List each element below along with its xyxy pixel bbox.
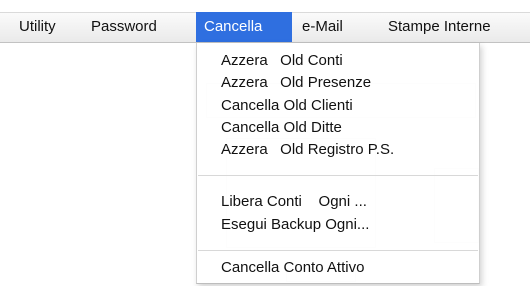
menu-e-mail[interactable]: e-Mail (297, 12, 348, 42)
menu-separator (198, 175, 478, 176)
menu-item-esegui-backup-ogni[interactable]: Esegui Backup Ogni... (221, 214, 369, 236)
menu-password[interactable]: Password (86, 12, 162, 42)
menu-item-azzera-old-registro-ps[interactable]: Azzera Old Registro P.S. (221, 139, 394, 161)
menu-item-cancella-conto-attivo[interactable]: Cancella Conto Attivo (221, 257, 364, 279)
menu-utility[interactable]: Utility (14, 12, 61, 42)
cancella-dropdown-menu: Azzera Old Conti Azzera Old Presenze Can… (196, 43, 480, 284)
menu-bar: Utility Password Cancella e-Mail Stampe … (0, 12, 530, 43)
menu-item-libera-conti-ogni[interactable]: Libera Conti Ogni ... (221, 191, 367, 213)
menu-stampe-interne[interactable]: Stampe Interne (383, 12, 496, 42)
menu-separator (198, 250, 478, 251)
menu-item-azzera-old-conti[interactable]: Azzera Old Conti (221, 50, 343, 72)
menu-cancella[interactable]: Cancella (196, 12, 292, 42)
menu-item-cancella-old-clienti[interactable]: Cancella Old Clienti (221, 95, 353, 117)
menu-item-cancella-old-ditte[interactable]: Cancella Old Ditte (221, 117, 342, 139)
menu-item-azzera-old-presenze[interactable]: Azzera Old Presenze (221, 72, 371, 94)
